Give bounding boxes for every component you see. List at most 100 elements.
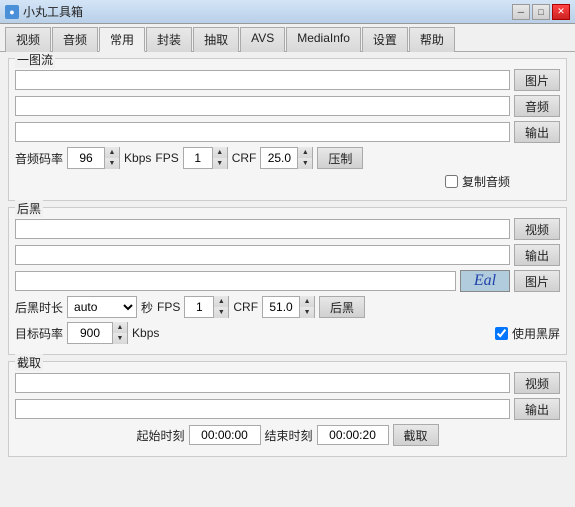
crf-label2: CRF: [233, 300, 258, 314]
fps-spinner2[interactable]: ▲ ▼: [184, 296, 229, 318]
content-area: 一图流 图片 音频 输出 音频码率: [0, 52, 575, 505]
tab-mediainfo[interactable]: MediaInfo: [286, 27, 361, 52]
heihou-row4: 后黑时长 auto 0.5 1 2 3 秒 FPS ▲ ▼ CRF: [15, 296, 560, 318]
heihou-image-input[interactable]: [15, 271, 456, 291]
crf-up1[interactable]: ▲: [298, 147, 312, 158]
tab-audio[interactable]: 音频: [52, 27, 98, 52]
tabs-bar: 视频 音频 常用 封装 抽取 AVS MediaInfo 设置 帮助: [0, 24, 575, 52]
yituliu-audio-button[interactable]: 音频: [514, 95, 560, 117]
title-bar-left: ● 小丸工具箱: [5, 3, 83, 20]
copy-audio-checkbox[interactable]: [445, 175, 458, 188]
close-button[interactable]: ✕: [552, 4, 570, 20]
audio-rate-spinner-btns: ▲ ▼: [104, 147, 119, 169]
target-rate-spinner[interactable]: ▲ ▼: [67, 322, 128, 344]
heihou-section: 后黑 视频 输出 Eal 图片 后黑: [8, 207, 567, 355]
jiequ-section: 截取 视频 输出 起始时刻 结束时刻 截取: [8, 361, 567, 457]
fps-down1[interactable]: ▼: [213, 158, 227, 169]
use-black-screen-checkbox[interactable]: [495, 327, 508, 340]
yituliu-output-button[interactable]: 输出: [514, 121, 560, 143]
heihou-output-button[interactable]: 输出: [514, 244, 560, 266]
heihou-row1: 视频: [15, 218, 560, 240]
yituliu-row5: 复制音频: [15, 173, 560, 190]
fps-label1: FPS: [155, 151, 178, 165]
crf-up2[interactable]: ▲: [300, 296, 314, 307]
crf-input2[interactable]: [263, 300, 299, 314]
jiequ-row3: 起始时刻 结束时刻 截取: [15, 424, 560, 446]
yituliu-row3: 输出: [15, 121, 560, 143]
target-rate-input[interactable]: [68, 326, 112, 340]
jiequ-output-input[interactable]: [15, 399, 510, 419]
heihou-video-input[interactable]: [15, 219, 510, 239]
audio-rate-unit: Kbps: [124, 151, 151, 165]
crf-input1[interactable]: [261, 151, 297, 165]
fps-up2[interactable]: ▲: [214, 296, 228, 307]
jiequ-inner: 视频 输出 起始时刻 结束时刻 截取: [15, 372, 560, 446]
title-buttons: ─ □ ✕: [512, 4, 570, 20]
fps-spinner-btns1: ▲ ▼: [212, 147, 227, 169]
audio-rate-label: 音频码率: [15, 150, 63, 167]
eal-display: Eal: [460, 270, 510, 292]
use-black-screen-row: 使用黑屏: [495, 325, 560, 342]
start-time-input[interactable]: [189, 425, 261, 445]
heihou-video-button[interactable]: 视频: [514, 218, 560, 240]
crf-down2[interactable]: ▼: [300, 307, 314, 318]
tab-avs[interactable]: AVS: [240, 27, 285, 52]
jiequ-output-button[interactable]: 输出: [514, 398, 560, 420]
crf-label1: CRF: [232, 151, 257, 165]
target-rate-unit: Kbps: [132, 326, 159, 340]
yituliu-row1: 图片: [15, 69, 560, 91]
copy-audio-row: 复制音频: [445, 173, 510, 190]
heihou-button[interactable]: 后黑: [319, 296, 365, 318]
yituliu-audio-input[interactable]: [15, 96, 510, 116]
jiequ-button[interactable]: 截取: [393, 424, 439, 446]
fps-input1[interactable]: [184, 151, 212, 165]
crf-spinner2[interactable]: ▲ ▼: [262, 296, 315, 318]
copy-audio-label: 复制音频: [462, 173, 510, 190]
tab-extract[interactable]: 抽取: [193, 27, 239, 52]
fps-spinner1[interactable]: ▲ ▼: [183, 147, 228, 169]
target-rate-spinner-btns: ▲ ▼: [112, 322, 127, 344]
start-time-label: 起始时刻: [136, 427, 184, 444]
jiequ-row2: 输出: [15, 398, 560, 420]
audio-rate-up[interactable]: ▲: [105, 147, 119, 158]
jiequ-video-input[interactable]: [15, 373, 510, 393]
fps-label2: FPS: [157, 300, 180, 314]
heihou-output-input[interactable]: [15, 245, 510, 265]
compress-button[interactable]: 压制: [317, 147, 363, 169]
fps-down2[interactable]: ▼: [214, 307, 228, 318]
heihou-duration-unit: 秒: [141, 299, 153, 316]
heihou-duration-label: 后黑时长: [15, 299, 63, 316]
heihou-duration-select[interactable]: auto 0.5 1 2 3: [67, 296, 137, 318]
heihou-row2: 输出: [15, 244, 560, 266]
target-rate-up[interactable]: ▲: [113, 322, 127, 333]
crf-down1[interactable]: ▼: [298, 158, 312, 169]
heihou-image-button[interactable]: 图片: [514, 270, 560, 292]
audio-rate-input[interactable]: [68, 151, 104, 165]
tab-common[interactable]: 常用: [99, 27, 145, 52]
tab-video[interactable]: 视频: [5, 27, 51, 52]
tab-help[interactable]: 帮助: [409, 27, 455, 52]
use-black-screen-label: 使用黑屏: [512, 325, 560, 342]
audio-rate-spinner[interactable]: ▲ ▼: [67, 147, 120, 169]
tab-package[interactable]: 封装: [146, 27, 192, 52]
audio-rate-down[interactable]: ▼: [105, 158, 119, 169]
app-title: 小丸工具箱: [23, 3, 83, 20]
jiequ-title: 截取: [15, 354, 43, 371]
jiequ-video-button[interactable]: 视频: [514, 372, 560, 394]
yituliu-row4: 音频码率 ▲ ▼ Kbps FPS ▲ ▼ CRF: [15, 147, 560, 169]
end-time-input[interactable]: [317, 425, 389, 445]
eal-text: Eal: [474, 272, 496, 290]
yituliu-image-input[interactable]: [15, 70, 510, 90]
yituliu-output-input[interactable]: [15, 122, 510, 142]
heihou-row3: Eal 图片: [15, 270, 560, 292]
tab-settings[interactable]: 设置: [362, 27, 408, 52]
fps-input2[interactable]: [185, 300, 213, 314]
crf-spinner1[interactable]: ▲ ▼: [260, 147, 313, 169]
minimize-button[interactable]: ─: [512, 4, 530, 20]
maximize-button[interactable]: □: [532, 4, 550, 20]
yituliu-title: 一图流: [15, 52, 55, 68]
target-rate-down[interactable]: ▼: [113, 333, 127, 344]
fps-up1[interactable]: ▲: [213, 147, 227, 158]
yituliu-image-button[interactable]: 图片: [514, 69, 560, 91]
yituliu-inner: 图片 音频 输出 音频码率 ▲ ▼: [15, 69, 560, 190]
